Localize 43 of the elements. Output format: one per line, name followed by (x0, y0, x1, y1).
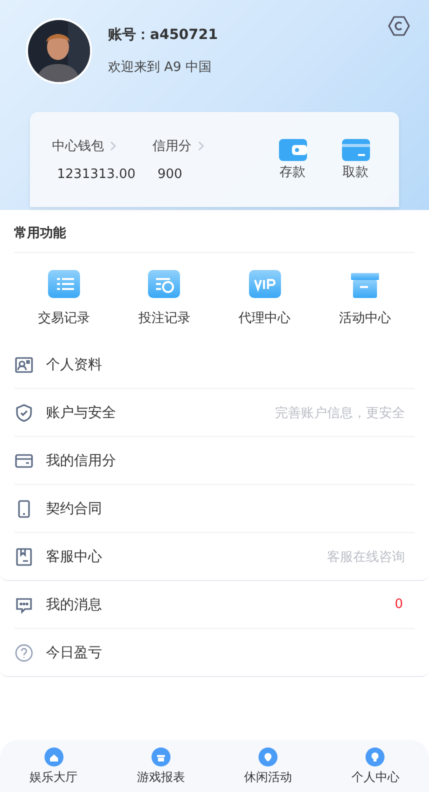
question-circle-icon (14, 642, 34, 662)
chevron-icon (110, 141, 117, 151)
record-clock-icon (147, 269, 182, 299)
gift-icon (150, 746, 171, 766)
feature-button[interactable]: 代理中心 (214, 269, 315, 327)
stat-label[interactable]: 信用分 (152, 137, 253, 155)
wallet-action-button[interactable]: 存款 (269, 138, 316, 180)
settings-icon[interactable] (387, 14, 411, 38)
menu-hint: 完善账户信息，更安全 (275, 404, 406, 422)
menu-item[interactable]: 今日盈亏 (46, 644, 415, 662)
nav-tab[interactable]: 游戏报表 (107, 740, 214, 792)
account-number: 账号：a450721 (108, 26, 218, 44)
location-pin-icon (258, 746, 278, 766)
feature-button[interactable]: 投注记录 (114, 269, 214, 327)
stat-label[interactable]: 中心钱包 (52, 137, 152, 155)
menu-item[interactable]: 账户与安全 (46, 404, 263, 422)
home-icon (44, 746, 64, 766)
message-count: 0 (394, 597, 404, 612)
menu-item[interactable]: 我的消息 (46, 596, 383, 614)
section-title: 常用功能 (14, 210, 415, 253)
card-icon (342, 138, 370, 160)
bulb-icon (365, 746, 386, 766)
menu-item[interactable]: 契约合同 (46, 500, 415, 518)
wallet-action-button[interactable]: 取款 (332, 138, 379, 180)
id-card-icon (14, 354, 34, 374)
vip-icon (248, 269, 282, 299)
document-icon (14, 546, 34, 566)
stat-value: 1231313.00 (56, 167, 137, 182)
feature-button[interactable]: 交易记录 (14, 269, 114, 327)
nav-tab[interactable]: 休闲活动 (214, 740, 322, 792)
nav-tab[interactable]: 个人中心 (322, 740, 429, 792)
stat-value: 900 (156, 167, 184, 182)
welcome-text: 欢迎来到 A9 中国 (108, 59, 212, 76)
menu-item[interactable]: 我的信用分 (46, 452, 415, 470)
list-icon (47, 269, 82, 299)
nav-tab[interactable]: 娱乐大厅 (0, 740, 108, 792)
menu-item[interactable]: 个人资料 (46, 356, 415, 374)
chevron-icon (198, 141, 204, 151)
shield-icon (14, 402, 34, 422)
menu-hint: 客服在线咨询 (327, 548, 406, 566)
menu-item[interactable]: 客服中心 (46, 548, 315, 566)
feature-button[interactable]: 活动中心 (314, 269, 415, 327)
wallet-icon (278, 138, 306, 160)
